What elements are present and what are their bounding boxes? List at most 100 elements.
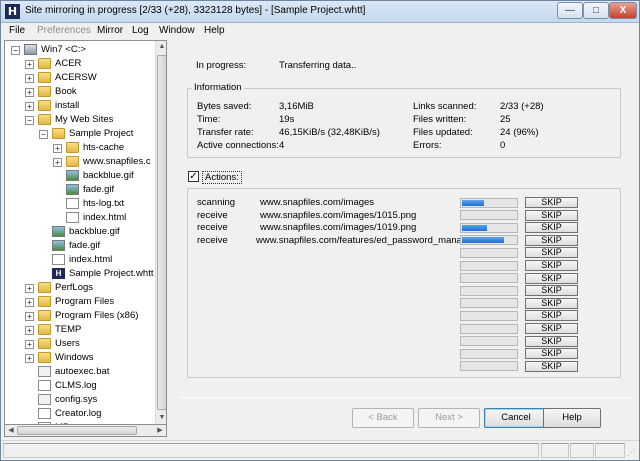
help-button[interactable]: Help — [543, 408, 601, 428]
menu-mirror[interactable]: Mirror — [97, 25, 123, 36]
tree-item[interactable]: + www.snapfiles.c — [5, 155, 153, 169]
tree-item[interactable]: + Program Files (x86) — [5, 309, 153, 323]
expand-icon[interactable]: + — [25, 326, 34, 335]
tree-item-label[interactable]: Sample Project — [69, 127, 133, 140]
skip-button[interactable]: SKIP — [525, 222, 578, 234]
menu-file[interactable]: File — [9, 25, 25, 36]
scroll-right-arrow-icon[interactable]: ▶ — [154, 425, 166, 436]
scroll-down-arrow-icon[interactable]: ▼ — [156, 412, 166, 424]
tree-item[interactable]: backblue.gif — [5, 169, 153, 183]
tree-item-label[interactable]: CLMS.log — [55, 379, 97, 392]
skip-button[interactable]: SKIP — [525, 348, 578, 360]
tree-item[interactable]: index.html — [5, 253, 153, 267]
tree-item-label[interactable]: My Web Sites — [55, 113, 113, 126]
tree-item-label[interactable]: index.html — [69, 253, 112, 266]
expand-icon[interactable]: + — [25, 340, 34, 349]
menu-help[interactable]: Help — [204, 25, 225, 36]
expand-icon[interactable]: + — [53, 144, 62, 153]
tree-item[interactable]: + TEMP — [5, 323, 153, 337]
cancel-button[interactable]: Cancel — [484, 408, 548, 428]
tree-item[interactable]: + hts-cache — [5, 141, 153, 155]
skip-button[interactable]: SKIP — [525, 247, 578, 259]
skip-button[interactable]: SKIP — [525, 297, 578, 309]
expand-icon[interactable]: + — [25, 60, 34, 69]
skip-button[interactable]: SKIP — [525, 197, 578, 208]
expand-icon[interactable]: + — [25, 102, 34, 111]
tree-item-label[interactable]: install — [55, 99, 79, 112]
tree-vertical-scrollbar[interactable]: ▲ ▼ — [155, 41, 166, 424]
expand-icon[interactable]: + — [25, 312, 34, 321]
tree-item-label[interactable]: ACER — [55, 57, 81, 70]
tree-item[interactable]: − Win7 <C:> — [5, 43, 153, 57]
back-button[interactable]: < Back — [352, 408, 414, 428]
tree-item[interactable]: + Users — [5, 337, 153, 351]
tree-item-label[interactable]: Windows — [55, 351, 94, 364]
tree-item-label[interactable]: Win7 <C:> — [41, 43, 86, 56]
tree-item-label[interactable]: ACERSW — [55, 71, 97, 84]
tree-item-label[interactable]: www.snapfiles.c — [83, 155, 151, 168]
tree-item-label[interactable]: hts-log.txt — [83, 197, 124, 210]
minimize-button[interactable]: — — [557, 2, 583, 19]
expand-icon[interactable]: + — [25, 298, 34, 307]
tree-hscroll-thumb[interactable] — [17, 426, 137, 435]
tree-item[interactable]: Creator.log — [5, 407, 153, 421]
scroll-up-arrow-icon[interactable]: ▲ — [156, 41, 166, 53]
tree-item-label[interactable]: TEMP — [55, 323, 81, 336]
tree-scroll-thumb[interactable] — [157, 55, 166, 410]
title-bar[interactable]: H Site mirroring in progress [2/33 (+28)… — [1, 1, 639, 23]
tree-item-label[interactable]: fade.gif — [83, 183, 114, 196]
skip-button[interactable]: SKIP — [525, 335, 578, 347]
collapse-icon[interactable]: − — [39, 130, 48, 139]
skip-button[interactable]: SKIP — [525, 234, 578, 246]
skip-button[interactable]: SKIP — [525, 310, 578, 322]
folder-tree[interactable]: − Win7 <C:> + ACER + ACERSW + Book + install − My W… — [4, 40, 167, 425]
skip-button[interactable]: SKIP — [525, 209, 578, 221]
tree-item-label[interactable]: Sample Project.whtt — [69, 267, 153, 280]
tree-item[interactable]: + ACERSW — [5, 71, 153, 85]
tree-item-label[interactable]: fade.gif — [69, 239, 100, 252]
expand-icon[interactable]: + — [25, 88, 34, 97]
skip-button[interactable]: SKIP — [525, 260, 578, 271]
tree-item-label[interactable]: backblue.gif — [69, 225, 120, 238]
httrack-app-icon[interactable]: H — [5, 4, 20, 19]
skip-button[interactable]: SKIP — [525, 323, 578, 334]
tree-item-label[interactable]: Program Files (x86) — [55, 309, 138, 322]
tree-item[interactable]: + Book — [5, 85, 153, 99]
tree-item-label[interactable]: index.html — [83, 211, 126, 224]
tree-item-label[interactable]: Users — [55, 337, 80, 350]
tree-item[interactable]: autoexec.bat — [5, 365, 153, 379]
actions-checkbox[interactable]: ✓ — [188, 171, 199, 182]
tree-item-label[interactable]: autoexec.bat — [55, 365, 109, 378]
tree-item[interactable]: + PerfLogs — [5, 281, 153, 295]
tree-item-label[interactable]: Program Files — [55, 295, 114, 308]
tree-item[interactable]: hts-log.txt — [5, 197, 153, 211]
tree-item[interactable]: backblue.gif — [5, 225, 153, 239]
menu-log[interactable]: Log — [132, 25, 149, 36]
next-button[interactable]: Next > — [418, 408, 480, 428]
tree-item-label[interactable]: Creator.log — [55, 407, 101, 420]
scroll-left-arrow-icon[interactable]: ◀ — [5, 425, 17, 436]
tree-item[interactable]: index.html — [5, 211, 153, 225]
skip-button[interactable]: SKIP — [525, 360, 578, 372]
menu-window[interactable]: Window — [159, 25, 195, 36]
collapse-icon[interactable]: − — [25, 116, 34, 125]
tree-item-label[interactable]: config.sys — [55, 393, 97, 406]
tree-item[interactable]: H Sample Project.whtt — [5, 267, 153, 281]
tree-item[interactable]: CLMS.log — [5, 379, 153, 393]
maximize-button[interactable]: □ — [583, 2, 609, 19]
tree-item[interactable]: + ACER — [5, 57, 153, 71]
actions-label[interactable]: Actions: — [202, 171, 242, 184]
tree-item-label[interactable]: PerfLogs — [55, 281, 93, 294]
tree-item[interactable]: fade.gif — [5, 183, 153, 197]
resize-grip-icon[interactable]: ⋰ — [627, 448, 637, 458]
tree-item-label[interactable]: Book — [55, 85, 77, 98]
skip-button[interactable]: SKIP — [525, 285, 578, 297]
tree-horizontal-scrollbar[interactable]: ◀ ▶ — [4, 425, 167, 437]
tree-item[interactable]: − Sample Project — [5, 127, 153, 141]
tree-item[interactable]: + Windows — [5, 351, 153, 365]
tree-item-label[interactable]: hts-cache — [83, 141, 124, 154]
tree-item-label[interactable]: backblue.gif — [83, 169, 134, 182]
expand-icon[interactable]: + — [25, 284, 34, 293]
tree-item[interactable]: − My Web Sites — [5, 113, 153, 127]
expand-icon[interactable]: + — [53, 158, 62, 167]
